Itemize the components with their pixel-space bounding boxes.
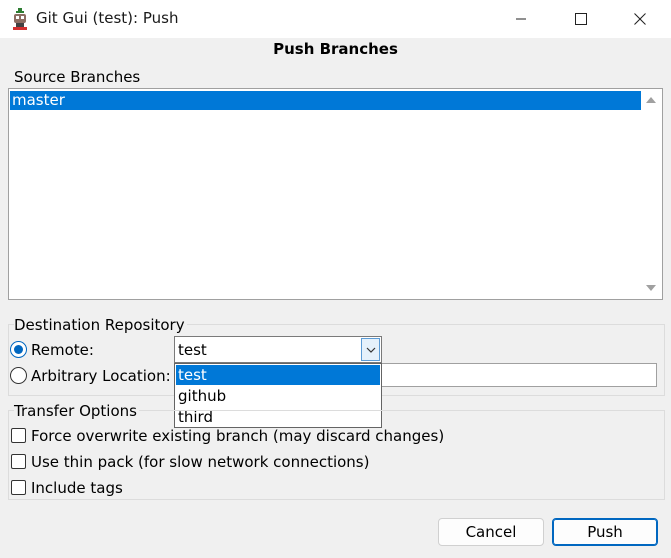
force-overwrite-checkbox[interactable]	[11, 428, 26, 443]
source-branches-label: Source Branches	[14, 68, 141, 86]
remote-radio[interactable]	[10, 341, 27, 358]
scroll-down-icon[interactable]	[640, 279, 662, 297]
remote-select-value: test	[178, 341, 207, 359]
title-bar: Git Gui (test): Push	[0, 0, 671, 38]
arbitrary-location-radio[interactable]	[10, 367, 27, 384]
close-button[interactable]	[617, 0, 663, 38]
thin-pack-checkbox[interactable]	[11, 454, 26, 469]
minimize-button[interactable]	[498, 0, 544, 38]
include-tags-checkbox[interactable]	[11, 480, 26, 495]
maximize-button[interactable]	[558, 0, 604, 38]
window-title: Git Gui (test): Push	[36, 9, 179, 27]
remote-label[interactable]: Remote:	[31, 341, 94, 359]
source-branches-list[interactable]: master	[8, 88, 663, 300]
source-branches-scrollbar[interactable]	[640, 89, 662, 299]
thin-pack-label[interactable]: Use thin pack (for slow network connecti…	[31, 453, 369, 471]
remote-dropdown-button[interactable]	[361, 338, 380, 361]
close-icon	[634, 13, 646, 25]
git-gui-app-icon	[13, 8, 27, 30]
chevron-down-icon	[366, 347, 375, 353]
arbitrary-location-label[interactable]: Arbitrary Location:	[31, 367, 171, 385]
include-tags-label[interactable]: Include tags	[31, 479, 123, 497]
force-overwrite-label[interactable]: Force overwrite existing branch (may dis…	[31, 427, 444, 445]
destination-label: Destination Repository	[14, 316, 187, 334]
transfer-options-label: Transfer Options	[14, 402, 139, 420]
dialog-heading: Push Branches	[273, 40, 398, 58]
maximize-icon	[575, 13, 587, 25]
cancel-button[interactable]: Cancel	[438, 518, 544, 546]
minimize-icon	[516, 18, 526, 20]
push-button[interactable]: Push	[552, 518, 658, 546]
remote-select[interactable]: test	[174, 336, 382, 363]
remote-option-test[interactable]: test	[176, 365, 380, 385]
branch-item-master[interactable]: master	[10, 91, 641, 110]
scroll-up-icon[interactable]	[640, 91, 662, 109]
remote-option-github[interactable]: github	[176, 386, 380, 406]
arbitrary-location-input[interactable]	[380, 363, 657, 387]
